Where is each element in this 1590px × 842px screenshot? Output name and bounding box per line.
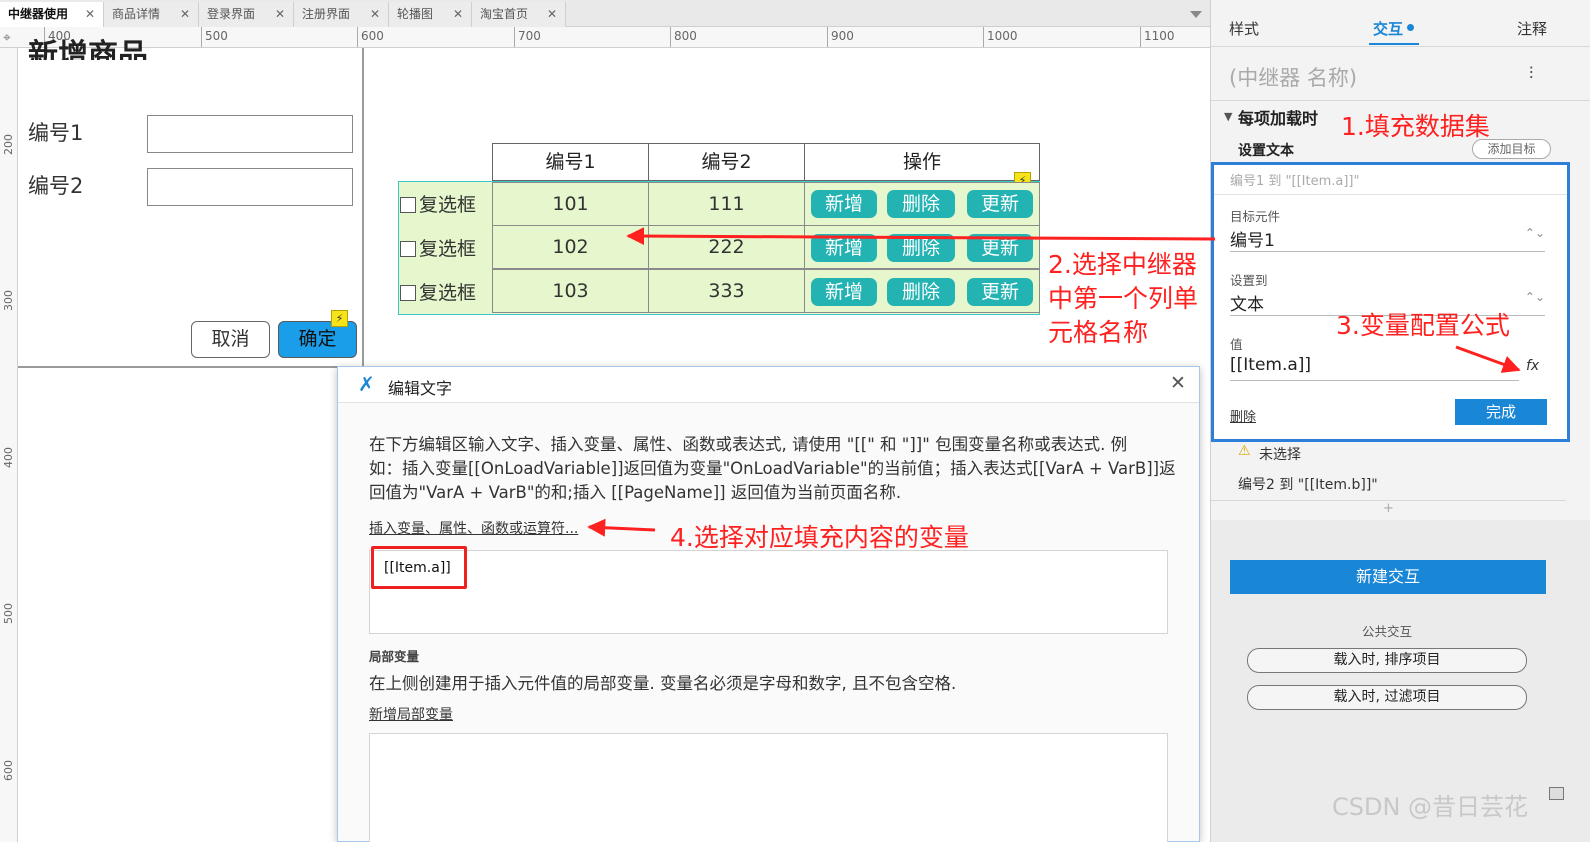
- arrow-step3: [1455, 345, 1521, 373]
- annotation-arrows: [587, 227, 1521, 537]
- arrow-step4: [587, 518, 656, 537]
- arrow-step2: [626, 227, 1216, 246]
- watermark: CSDN @昔日芸花: [1332, 793, 1529, 821]
